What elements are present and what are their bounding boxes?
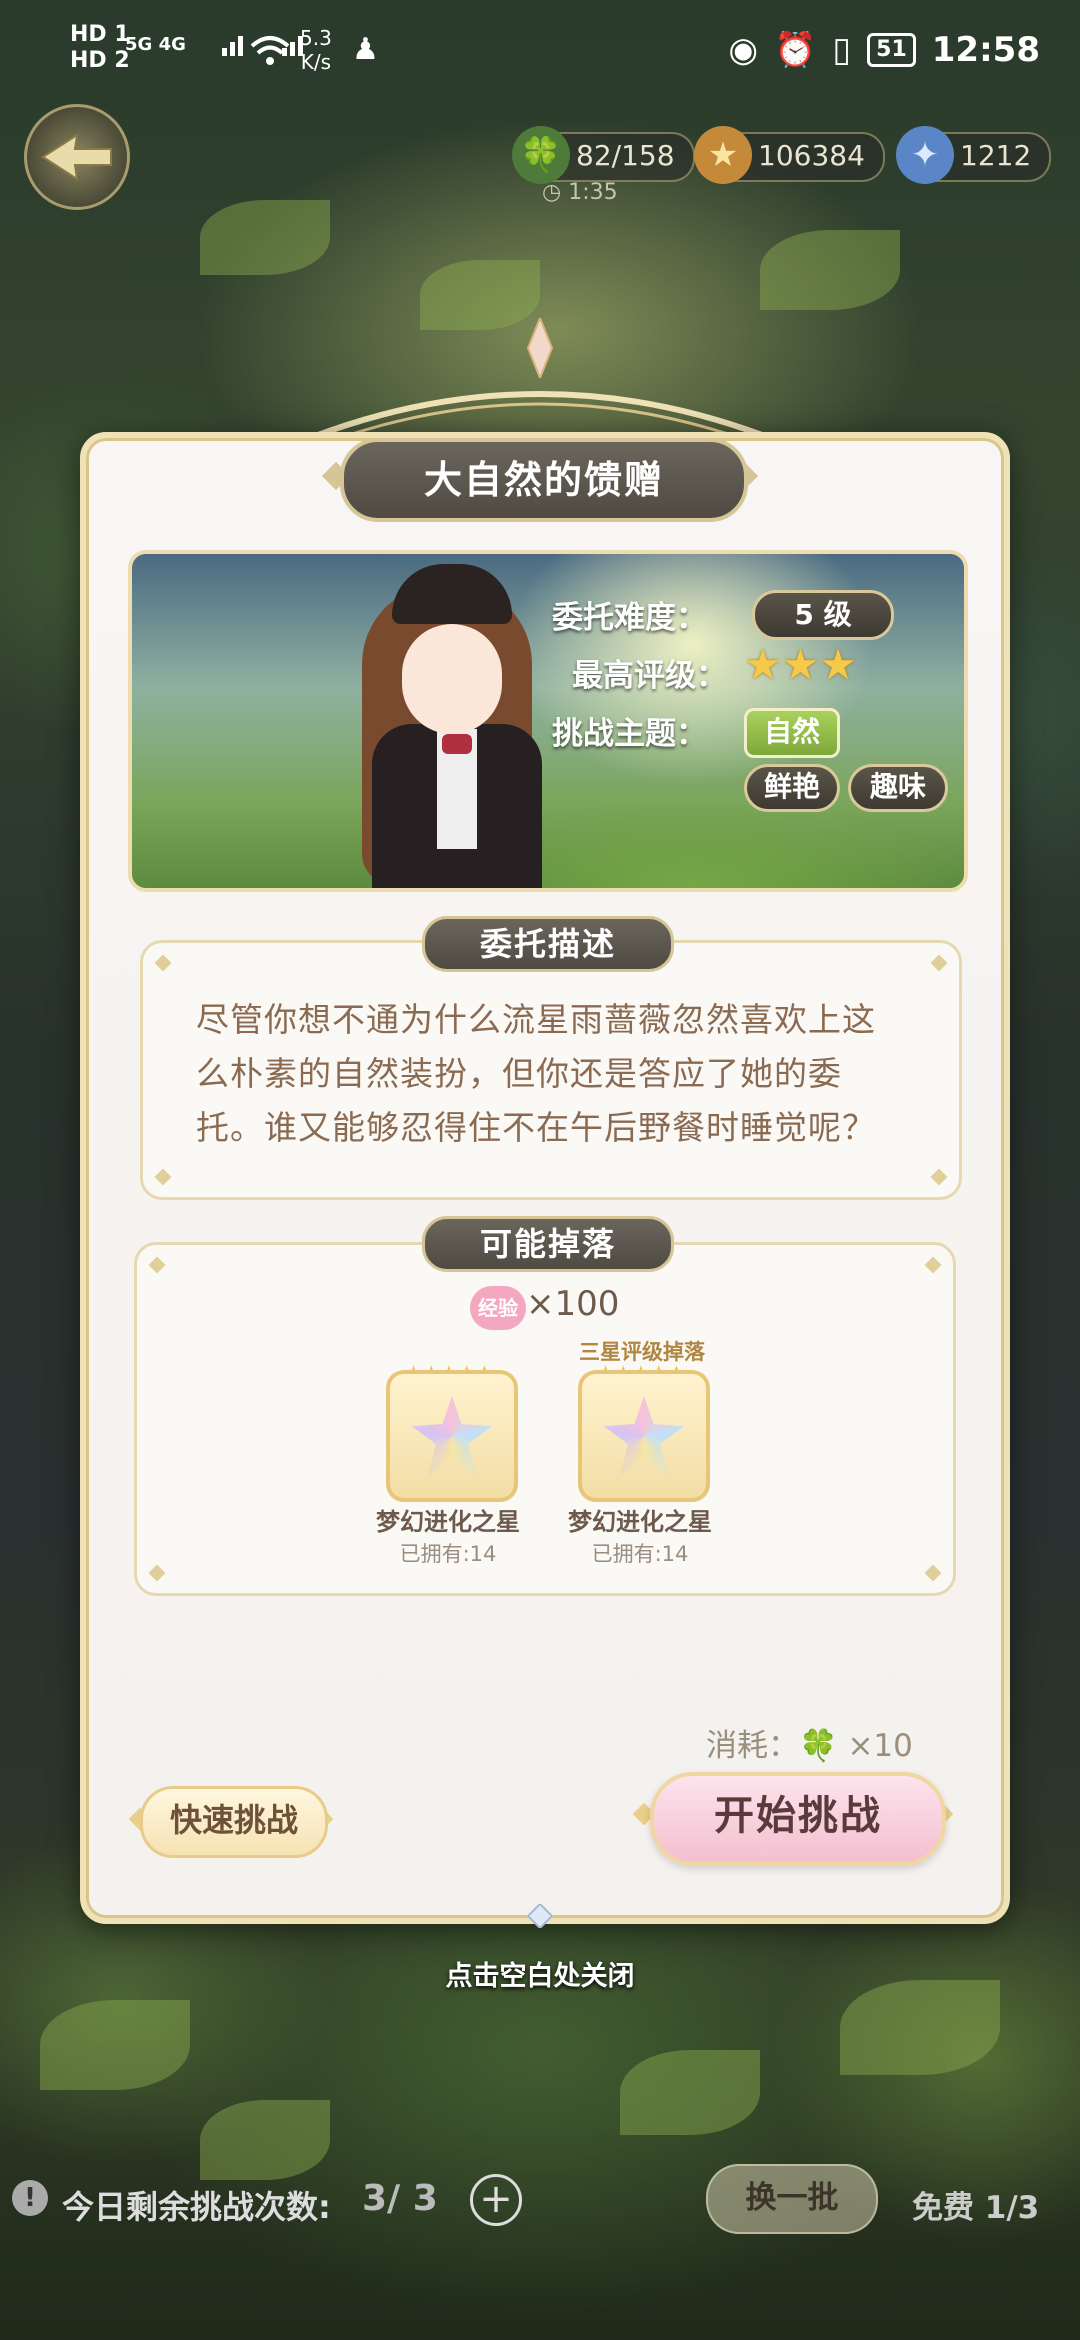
quick-challenge-button[interactable]: 快速挑战 bbox=[140, 1786, 328, 1858]
item-owned: 已拥有:14 bbox=[399, 1542, 497, 1566]
back-button[interactable] bbox=[24, 104, 130, 210]
character-portrait bbox=[342, 554, 562, 888]
dialog-title: 大自然的馈赠 bbox=[340, 438, 748, 522]
rating-label: 最高评级： bbox=[572, 658, 727, 694]
close-hint[interactable]: 点击空白处关闭 bbox=[0, 1954, 1080, 1993]
network-signal-icon: 5G 4G bbox=[125, 30, 322, 60]
start-challenge-button[interactable]: 开始挑战 bbox=[650, 1772, 946, 1866]
exp-icon: 经验 bbox=[470, 1286, 526, 1330]
drops-title: 可能掉落 bbox=[422, 1216, 674, 1272]
remaining-label: 今日剩余挑战次数: bbox=[62, 2188, 331, 2226]
energy-cost: 消耗：🍀 ×10 bbox=[706, 1728, 913, 1764]
net-speed: 5.3 K/s bbox=[300, 26, 332, 74]
description-title: 委托描述 bbox=[422, 916, 674, 972]
gem-balance[interactable]: ✦ 1212 bbox=[896, 126, 1052, 184]
vibrate-icon: ▯ bbox=[832, 30, 852, 70]
info-icon[interactable]: ! bbox=[12, 2180, 48, 2216]
exp-amount: ×100 bbox=[526, 1284, 620, 1324]
gem-icon: ✦ bbox=[896, 126, 954, 184]
leaf-decoration bbox=[620, 2050, 760, 2135]
hd1-label: HD 1 bbox=[70, 22, 130, 47]
refresh-batch-button[interactable]: 换一批 bbox=[706, 2164, 878, 2234]
leaf-decoration bbox=[40, 2000, 190, 2090]
clover-energy[interactable]: 🍀 82/158 bbox=[512, 126, 695, 184]
item-name: 梦幻进化之星 bbox=[376, 1508, 520, 1536]
add-attempts-button[interactable]: + bbox=[470, 2174, 522, 2226]
leaf-decoration bbox=[200, 200, 330, 275]
energy-timer: ◷ 1:35 bbox=[542, 180, 618, 205]
star-crystal-icon bbox=[604, 1396, 684, 1476]
theme-label: 挑战主题： bbox=[552, 716, 707, 752]
qq-icon: ♟ bbox=[352, 32, 379, 67]
dialog-bottom-gem-icon bbox=[528, 1904, 552, 1928]
battery-icon: 51 bbox=[867, 33, 916, 67]
clock: 12:58 bbox=[931, 30, 1040, 70]
coin-icon: ★ bbox=[694, 126, 752, 184]
difficulty-label: 委托难度： bbox=[552, 600, 707, 636]
free-refresh-count: 免费 1/3 bbox=[912, 2190, 1040, 2226]
dialog-top-ornament bbox=[310, 391, 770, 440]
status-right: ◉ ⏰ ▯ 51 12:58 bbox=[728, 30, 1040, 70]
description-text: 尽管你想不通为什么流星雨蔷薇忽然喜欢上这么朴素的自然装扮，但你还是答应了她的委托… bbox=[196, 1000, 876, 1147]
star-crystal-icon bbox=[412, 1396, 492, 1476]
remaining-count: 3/ 3 bbox=[362, 2178, 438, 2219]
drop-item-dream-star[interactable] bbox=[578, 1370, 710, 1502]
back-arrow-icon bbox=[41, 132, 112, 182]
difficulty-value: 5 级 bbox=[752, 590, 894, 640]
rating-stars: ★★★ bbox=[744, 640, 857, 689]
theme-tag-vivid: 鲜艳 bbox=[744, 764, 840, 812]
clover-icon: 🍀 bbox=[512, 126, 570, 184]
alarm-icon: ⏰ bbox=[774, 30, 817, 70]
eye-icon: ◉ bbox=[728, 30, 759, 70]
leaf-decoration bbox=[840, 1980, 1000, 2075]
leaf-decoration bbox=[760, 230, 900, 310]
hd2-label: HD 2 bbox=[70, 48, 130, 73]
bottom-bar: ! 今日剩余挑战次数: 3/ 3 + 换一批 免费 1/3 bbox=[0, 2162, 1080, 2234]
sim-indicator: HD 1 HD 2 bbox=[70, 22, 130, 74]
drop-item-dream-star[interactable] bbox=[386, 1370, 518, 1502]
coin-balance[interactable]: ★ 106384 bbox=[694, 126, 885, 184]
theme-tag-nature: 自然 bbox=[744, 708, 840, 758]
item-owned: 已拥有:14 bbox=[591, 1542, 689, 1566]
wifi-icon bbox=[250, 36, 290, 65]
item-name: 梦幻进化之星 bbox=[568, 1508, 712, 1536]
status-bar: HD 1 HD 2 5G 4G 5.3 K/s ♟ ◉ ⏰ ▯ 51 12:58 bbox=[0, 0, 1080, 100]
theme-tag-fun: 趣味 bbox=[848, 764, 948, 812]
